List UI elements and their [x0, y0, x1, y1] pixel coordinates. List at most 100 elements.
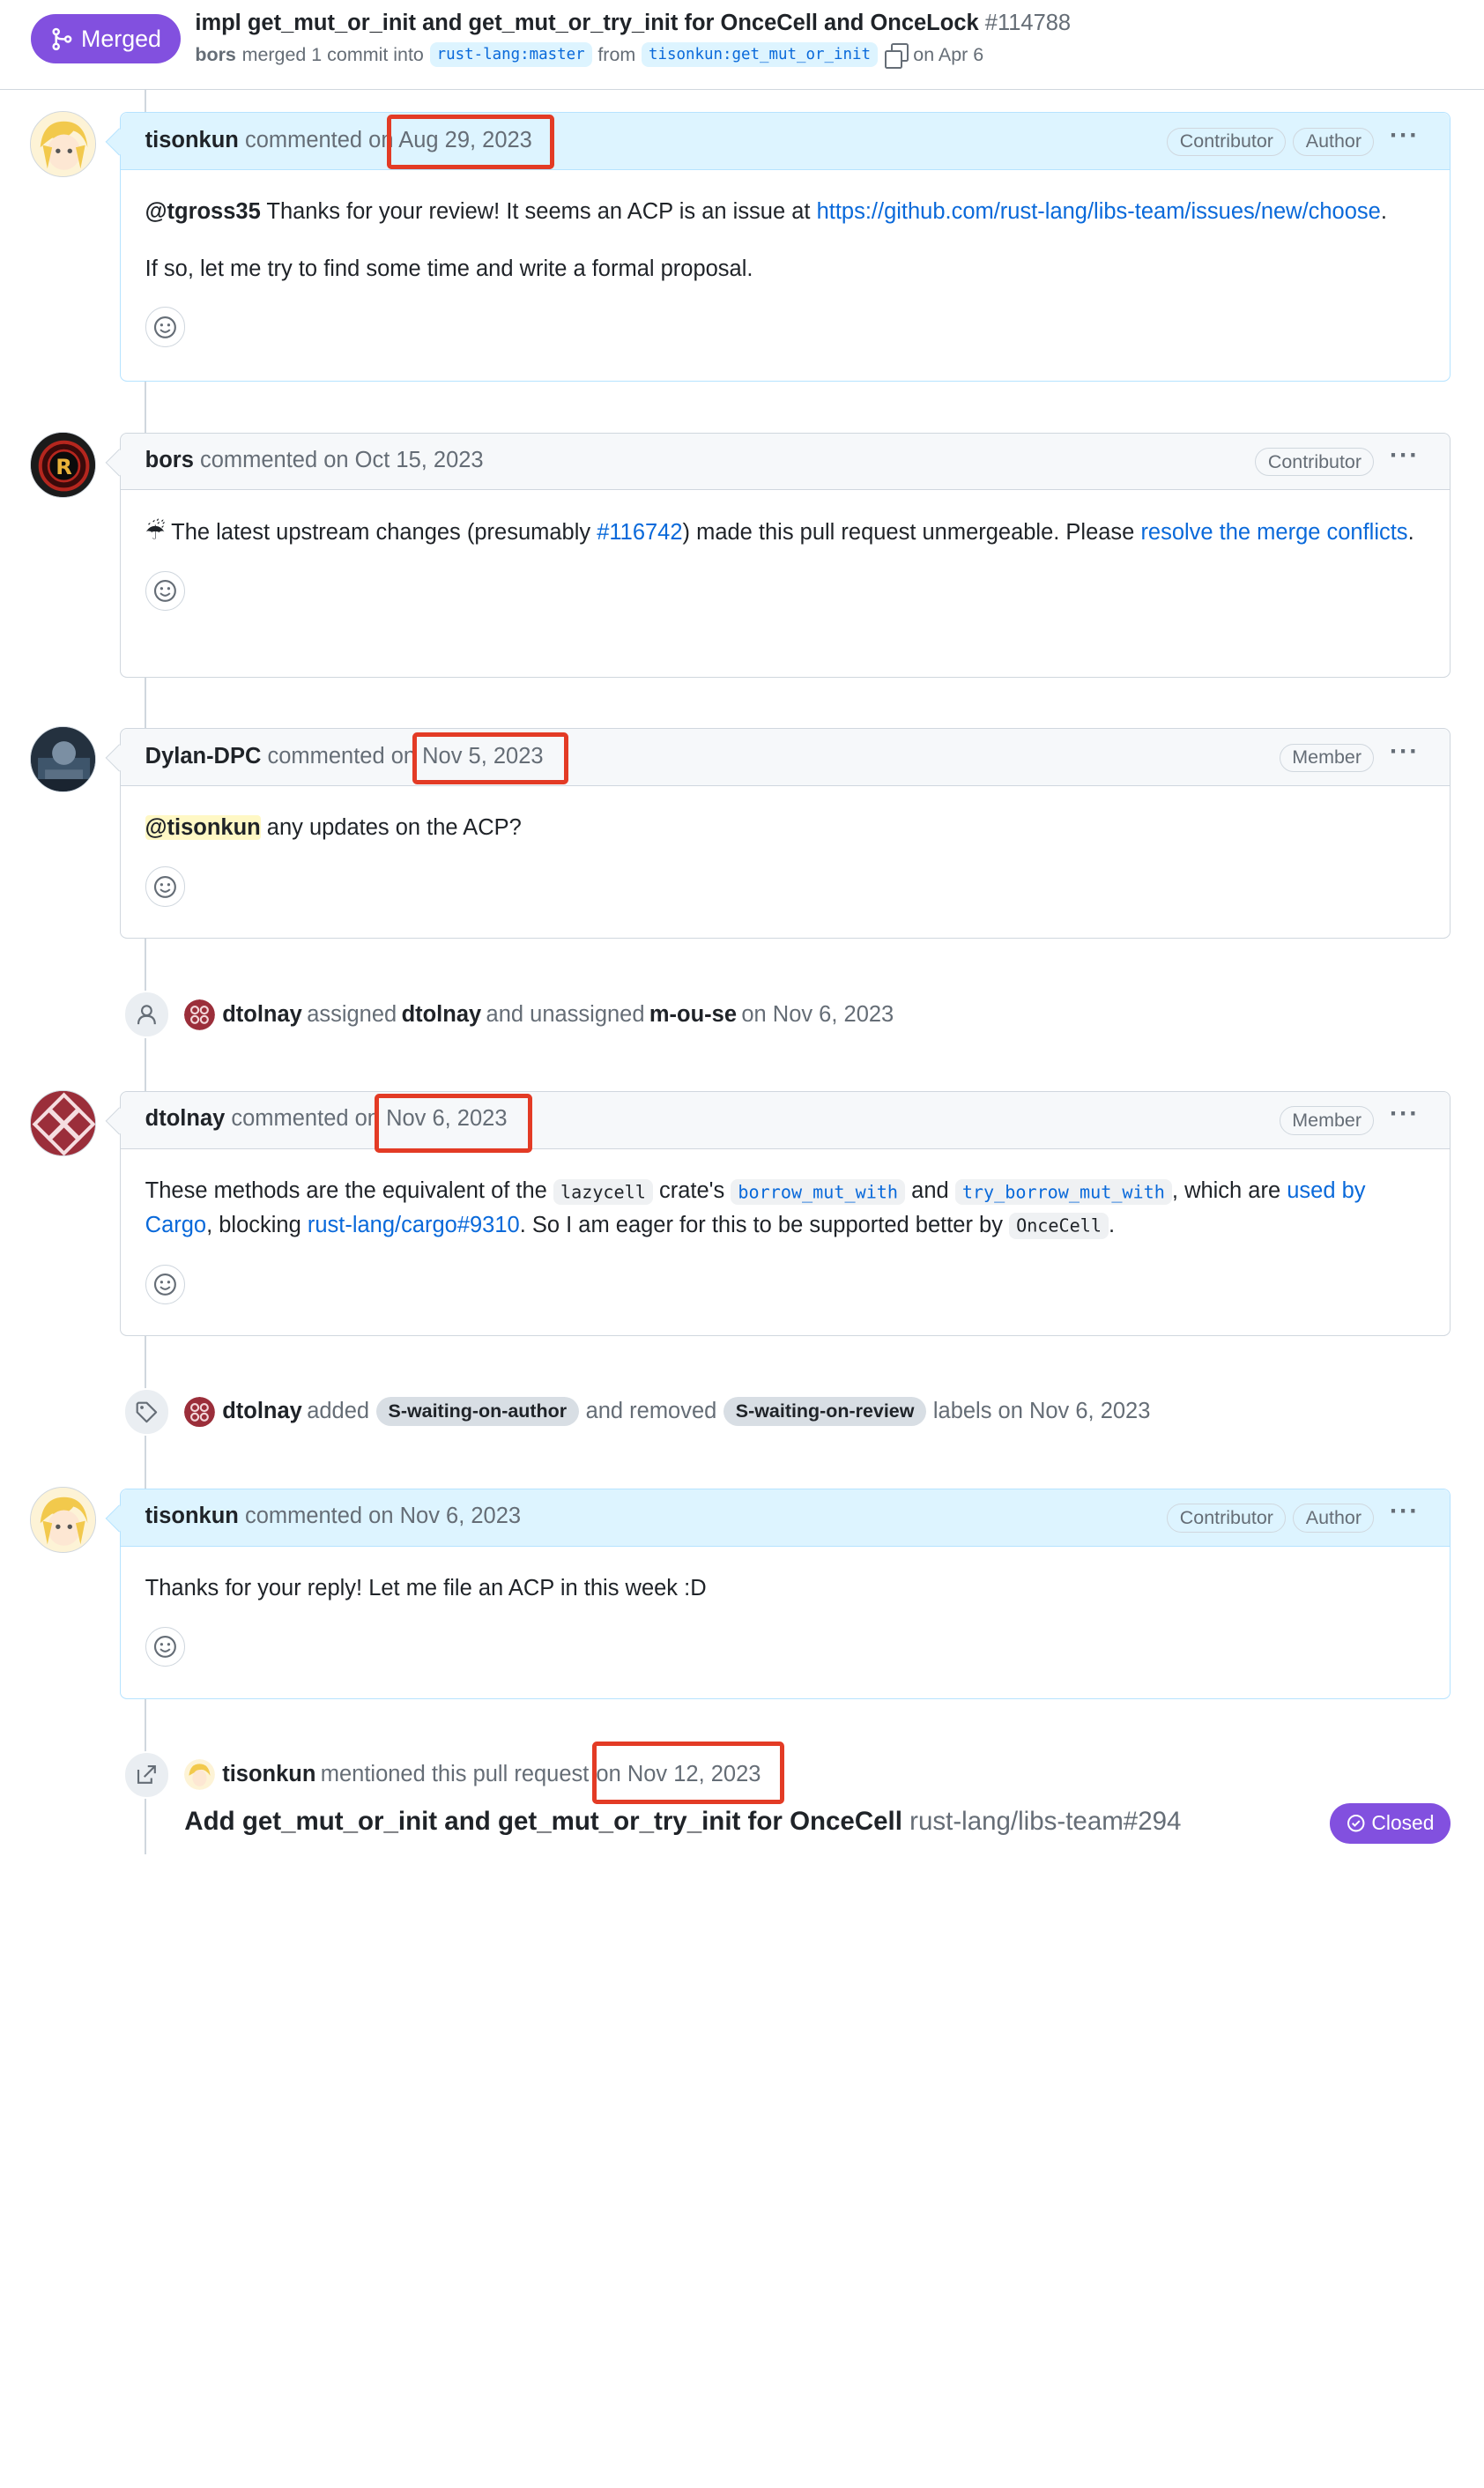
member-badge: Member [1279, 1106, 1375, 1135]
referenced-issue-repo[interactable]: rust-lang/libs-team#294 [909, 1807, 1181, 1836]
comment-text: Thanks for your review! It seems an ACP … [266, 199, 811, 225]
comment-body: @tisonkun any updates on the ACP? [121, 786, 1451, 907]
avatar-tisonkun[interactable] [29, 1486, 96, 1553]
user-mention[interactable]: @tisonkun [145, 815, 261, 841]
comment-text: These methods are the equivalent of the [145, 1178, 547, 1204]
contributor-badge: Contributor [1255, 448, 1375, 477]
comment-text: , which are [1171, 1178, 1281, 1204]
code-link-try-borrow-mut-with[interactable]: try_borrow_mut_with [954, 1178, 1172, 1205]
avatar-dtolnay-small[interactable] [184, 999, 216, 1030]
pr-merge-summary: bors merged 1 commit into rust-lang:mast… [195, 42, 984, 70]
author-badge: Author [1293, 127, 1375, 156]
label-waiting-on-author[interactable]: S-waiting-on-author [376, 1397, 579, 1427]
resolve-conflicts-link[interactable]: resolve the merge conflicts [1140, 520, 1407, 545]
pr-number: #114788 [984, 11, 1072, 36]
more-options-icon[interactable]: ··· [1390, 1497, 1420, 1526]
comment-text: The latest upstream changes (presumably [171, 519, 591, 545]
cargo-issue-link[interactable]: rust-lang/cargo#9310 [308, 1213, 520, 1237]
assigned-user[interactable]: dtolnay [402, 1002, 482, 1028]
comment-header: Dylan-DPC commented on Nov 5, 2023 Membe… [120, 729, 1451, 786]
copy-icon[interactable] [884, 42, 909, 70]
comment-text-end: . [1380, 199, 1387, 225]
avatar-dtolnay[interactable] [29, 1090, 96, 1157]
comment-date[interactable]: Nov 5, 2023 [422, 744, 543, 769]
comment-author[interactable]: tisonkun [145, 128, 239, 152]
event-text: assigned [307, 1001, 397, 1027]
check-circle-icon [1347, 1815, 1365, 1832]
avatar-bors[interactable]: R [29, 431, 96, 498]
avatar-tisonkun-small[interactable] [184, 1759, 216, 1791]
comment-date[interactable]: Oct 15, 2023 [355, 448, 484, 472]
tag-icon [136, 1401, 158, 1422]
comment-text: and [911, 1178, 949, 1204]
smiley-icon [154, 875, 176, 898]
smiley-icon [154, 316, 176, 338]
code-link-borrow-mut-with[interactable]: borrow_mut_with [731, 1178, 906, 1205]
avatar-dtolnay-small[interactable] [184, 1396, 216, 1428]
user-mention[interactable]: @tgross35 [145, 199, 261, 224]
comment-header: tisonkun commented on Nov 6, 2023 Contri… [120, 1489, 1451, 1547]
member-badge: Member [1279, 743, 1375, 772]
comment-author[interactable]: bors [145, 448, 194, 472]
cross-reference-icon-badge [122, 1751, 171, 1799]
more-options-icon[interactable]: ··· [1390, 737, 1420, 767]
merged-state-badge: Merged [30, 14, 182, 64]
merge-date: on Apr 6 [913, 43, 984, 65]
event-date[interactable]: on Nov 12, 2023 [596, 1762, 761, 1787]
code-lazycell: lazycell [553, 1178, 653, 1205]
comment-author[interactable]: dtolnay [145, 1106, 226, 1131]
cross-reference-icon [137, 1765, 156, 1785]
event-actor[interactable]: dtolnay [222, 1002, 302, 1028]
assign-event: dtolnay assigned dtolnay and unassigned … [122, 991, 894, 1038]
event-text: and removed [585, 1399, 717, 1424]
comment-text-end: . [1109, 1212, 1116, 1237]
code-oncecell: OnceCell [1009, 1213, 1109, 1239]
comment-header: dtolnay commented on Nov 6, 2023 Member … [120, 1092, 1451, 1149]
comment-body: @tgross35 Thanks for your review! It see… [121, 170, 1451, 348]
comment-badges: Contributor [1255, 448, 1375, 477]
label-event: dtolnay added S-waiting-on-author and re… [122, 1388, 1151, 1436]
comment-text: any updates on the ACP? [266, 815, 522, 841]
comment-author-line: Dylan-DPC commented on Nov 5, 2023 [145, 744, 544, 769]
add-reaction-button[interactable] [145, 307, 186, 348]
mention-event: tisonkun mentioned this pull request on … [122, 1751, 761, 1799]
more-options-icon[interactable]: ··· [1390, 121, 1420, 151]
comment-header: tisonkun commented on Aug 29, 2023 Contr… [120, 113, 1451, 170]
referenced-issue[interactable]: Add get_mut_or_init and get_mut_or_try_i… [184, 1807, 1181, 1837]
event-text: labels on Nov 6, 2023 [932, 1399, 1151, 1424]
event-actor[interactable]: tisonkun [222, 1762, 315, 1787]
comment-text: Thanks for your reply! Let me file an AC… [145, 1576, 707, 1601]
comment-text: . So I am eager for this to be supported… [519, 1212, 1003, 1237]
pr-timeline-page: Merged impl get_mut_or_init and get_mut_… [0, 0, 1484, 1854]
comment-date[interactable]: Nov 6, 2023 [386, 1106, 507, 1131]
base-branch[interactable]: rust-lang:master [429, 42, 592, 68]
comment-author[interactable]: tisonkun [145, 1504, 239, 1528]
add-reaction-button[interactable] [145, 1626, 186, 1667]
add-reaction-button[interactable] [145, 866, 186, 907]
add-reaction-button[interactable] [145, 570, 186, 612]
comment-author-line: bors commented on Oct 15, 2023 [145, 448, 484, 473]
acp-link[interactable]: https://github.com/rust-lang/libs-team/i… [817, 199, 1381, 224]
umbrella-icon: ☔ [145, 519, 166, 545]
avatar-dylan-dpc[interactable] [29, 725, 96, 792]
comment-text: crate's [659, 1178, 725, 1204]
unassigned-user[interactable]: m-ou-se [649, 1002, 737, 1028]
add-reaction-button[interactable] [145, 1264, 186, 1305]
comment-date[interactable]: Nov 6, 2023 [400, 1504, 521, 1528]
comment-3: Dylan-DPC commented on Nov 5, 2023 Membe… [119, 728, 1451, 939]
more-options-icon[interactable]: ··· [1390, 441, 1420, 471]
comment-body: Thanks for your reply! Let me file an AC… [121, 1547, 1451, 1667]
referenced-issue-title[interactable]: Add get_mut_or_init and get_mut_or_try_i… [184, 1807, 902, 1836]
more-options-icon[interactable]: ··· [1390, 1099, 1420, 1129]
comment-body: These methods are the equivalent of the … [121, 1149, 1451, 1305]
pr-link-116742[interactable]: #116742 [597, 520, 682, 545]
comment-author[interactable]: Dylan-DPC [145, 744, 262, 769]
comment-date[interactable]: Aug 29, 2023 [398, 128, 532, 152]
merger-link[interactable]: bors [195, 44, 236, 66]
avatar-tisonkun[interactable] [29, 111, 96, 178]
comment-text: ) made this pull request unmergeable. Pl… [682, 519, 1135, 545]
head-branch[interactable]: tisonkun:get_mut_or_init [641, 42, 879, 68]
label-waiting-on-review[interactable]: S-waiting-on-review [723, 1397, 926, 1427]
event-date[interactable]: on Nov 6, 2023 [741, 1002, 894, 1028]
event-actor[interactable]: dtolnay [222, 1399, 302, 1424]
